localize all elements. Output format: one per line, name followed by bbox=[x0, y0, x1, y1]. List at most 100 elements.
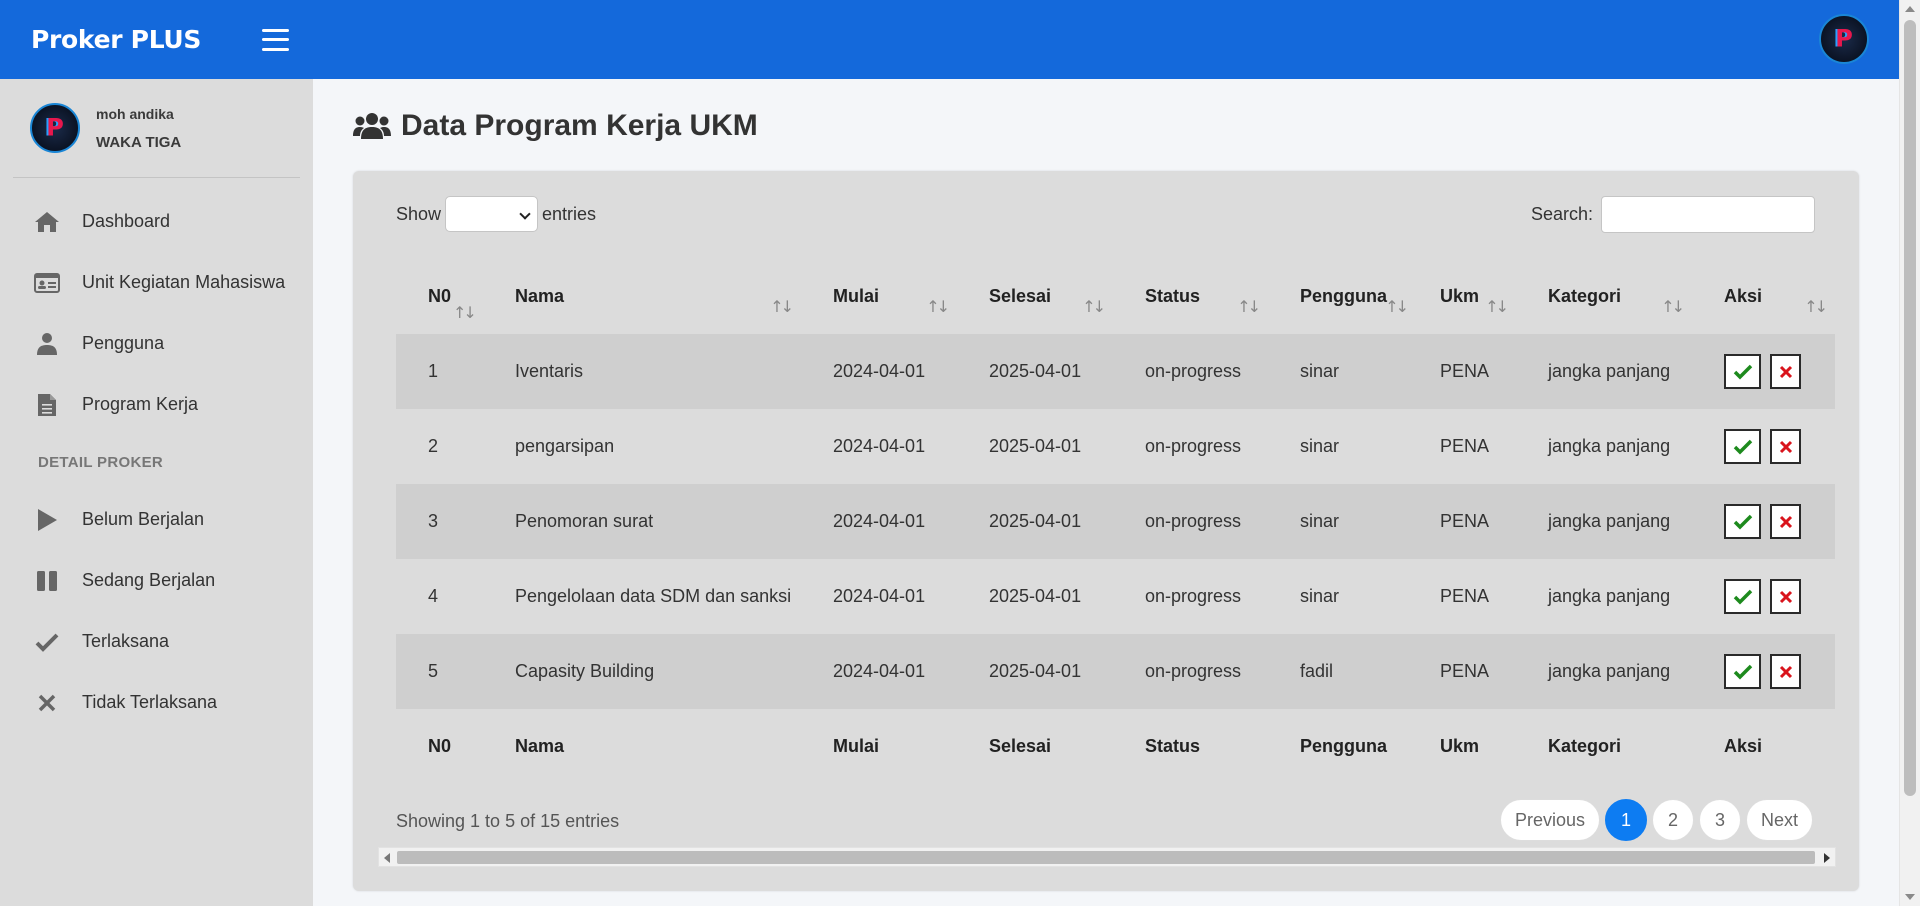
page-title: Data Program Kerja UKM bbox=[353, 109, 758, 143]
close-icon bbox=[1779, 365, 1792, 378]
column-header[interactable]: Ukm ↑↓ bbox=[1408, 259, 1516, 334]
approve-button[interactable] bbox=[1724, 354, 1761, 389]
horizontal-scrollbar[interactable] bbox=[378, 847, 1836, 867]
sidebar-item-dashboard[interactable]: Dashboard bbox=[0, 191, 313, 252]
play-icon bbox=[34, 507, 60, 533]
scrollbar-thumb[interactable] bbox=[397, 851, 1815, 864]
reject-button[interactable] bbox=[1770, 354, 1801, 389]
hamburger-icon[interactable] bbox=[262, 28, 289, 51]
sort-icon: ↑↓ bbox=[1804, 297, 1828, 316]
sidebar-item-label: Unit Kegiatan Mahasiswa bbox=[82, 272, 286, 292]
cell-kategori: jangka panjang bbox=[1548, 511, 1671, 531]
sidebar-item-label: Belum Berjalan bbox=[82, 509, 205, 529]
cell-selesai: 2025-04-01 bbox=[989, 511, 1082, 531]
cell-no: 2 bbox=[428, 436, 439, 456]
check-icon bbox=[1733, 364, 1752, 379]
column-header[interactable]: Kategori ↑↓ bbox=[1516, 259, 1692, 334]
column-header[interactable]: Selesai ↑↓ bbox=[957, 259, 1113, 334]
cell-kategori: jangka panjang bbox=[1548, 661, 1671, 681]
cell-mulai: 2024-04-01 bbox=[833, 436, 926, 456]
footer-column: Ukm bbox=[1440, 736, 1480, 756]
sidebar-item-sedang-berjalan[interactable]: Sedang Berjalan bbox=[0, 550, 313, 611]
scroll-right-icon[interactable] bbox=[1824, 853, 1830, 863]
column-header[interactable]: N0 ↑↓ bbox=[396, 259, 483, 334]
cell-nama: Penomoran surat bbox=[515, 511, 654, 531]
user-icon bbox=[34, 331, 60, 357]
check-icon bbox=[1733, 439, 1752, 454]
home-icon bbox=[34, 209, 60, 235]
cell-nama: pengarsipan bbox=[515, 436, 615, 456]
sidebar-item-tidak-terlaksana[interactable]: Tidak Terlaksana bbox=[0, 672, 313, 733]
next-button[interactable]: Next bbox=[1745, 799, 1813, 841]
app-title[interactable]: Proker PLUS bbox=[31, 25, 201, 54]
vertical-scrollbar[interactable] bbox=[1899, 0, 1920, 906]
topbar: P bbox=[313, 0, 1899, 79]
cell-nama: Iventaris bbox=[515, 361, 584, 381]
cell-pengguna: sinar bbox=[1300, 586, 1340, 606]
approve-button[interactable] bbox=[1724, 504, 1761, 539]
cell-nama: Capasity Building bbox=[515, 661, 655, 681]
sort-icon: ↑↓ bbox=[1661, 297, 1685, 316]
approve-button[interactable] bbox=[1724, 654, 1761, 689]
users-icon bbox=[353, 113, 391, 139]
footer-column: Mulai bbox=[833, 736, 880, 756]
sort-icon: ↑↓ bbox=[770, 297, 794, 316]
sort-icon: ↑↓ bbox=[1237, 297, 1261, 316]
cell-no: 1 bbox=[428, 361, 439, 381]
entries-select[interactable] bbox=[445, 196, 539, 232]
cell-selesai: 2025-04-01 bbox=[989, 436, 1082, 456]
search-label: Search: bbox=[1530, 203, 1593, 224]
column-header[interactable]: Aksi ↑↓ bbox=[1692, 259, 1835, 334]
page-button-1[interactable]: 1 bbox=[1604, 799, 1647, 841]
scrollbar-thumb[interactable] bbox=[1904, 20, 1916, 796]
cell-mulai: 2024-04-01 bbox=[833, 511, 926, 531]
sidebar-item-program-kerja[interactable]: Program Kerja bbox=[0, 374, 313, 435]
id-card-icon bbox=[34, 270, 60, 296]
reject-button[interactable] bbox=[1770, 579, 1801, 614]
sidebar-item-label: Terlaksana bbox=[82, 631, 170, 651]
cell-no: 4 bbox=[428, 586, 439, 606]
cell-selesai: 2025-04-01 bbox=[989, 661, 1082, 681]
sidebar: Proker PLUS P moh andika WAKA TIGA Dashb… bbox=[0, 0, 313, 906]
scroll-left-icon[interactable] bbox=[384, 853, 390, 863]
cell-kategori: jangka panjang bbox=[1548, 586, 1671, 606]
sidebar-item-terlaksana[interactable]: Terlaksana bbox=[0, 611, 313, 672]
table-footer-row: N0 Nama Mulai Selesai Status Pengguna Uk… bbox=[396, 709, 1835, 784]
times-icon bbox=[34, 690, 60, 716]
column-header[interactable]: Pengguna ↑↓ bbox=[1268, 259, 1409, 334]
search-input[interactable] bbox=[1601, 195, 1815, 233]
column-header[interactable]: Status ↑↓ bbox=[1113, 259, 1268, 334]
sidebar-item-belum-berjalan[interactable]: Belum Berjalan bbox=[0, 489, 313, 550]
reject-button[interactable] bbox=[1770, 654, 1801, 689]
user-avatar-button[interactable]: P bbox=[1819, 14, 1869, 64]
sort-icon: ↑↓ bbox=[1485, 297, 1509, 316]
sidebar-item-label: Pengguna bbox=[82, 333, 165, 353]
approve-button[interactable] bbox=[1724, 429, 1761, 464]
sidebar-item-label: Tidak Terlaksana bbox=[82, 692, 218, 712]
cell-pengguna: sinar bbox=[1300, 511, 1340, 531]
cell-selesai: 2025-04-01 bbox=[989, 361, 1082, 381]
cell-status: on-progress bbox=[1145, 511, 1242, 531]
previous-button[interactable]: Previous bbox=[1499, 799, 1600, 841]
sort-icon: ↑↓ bbox=[453, 303, 477, 322]
page-button-2[interactable]: 2 bbox=[1651, 799, 1694, 841]
page-button-3[interactable]: 3 bbox=[1698, 799, 1741, 841]
column-header[interactable]: Mulai ↑↓ bbox=[801, 259, 957, 334]
check-icon bbox=[1733, 514, 1752, 529]
column-header[interactable]: Nama ↑↓ bbox=[483, 259, 801, 334]
sidebar-item-ukm[interactable]: Unit Kegiatan Mahasiswa bbox=[0, 252, 313, 313]
scroll-up-icon[interactable] bbox=[1905, 6, 1915, 12]
logo-p-icon: P bbox=[46, 113, 64, 142]
approve-button[interactable] bbox=[1724, 579, 1761, 614]
cell-status: on-progress bbox=[1145, 586, 1242, 606]
reject-button[interactable] bbox=[1770, 504, 1801, 539]
cell-ukm: PENA bbox=[1440, 361, 1490, 381]
user-panel: P moh andika WAKA TIGA bbox=[13, 79, 300, 178]
sidebar-item-pengguna[interactable]: Pengguna bbox=[0, 313, 313, 374]
reject-button[interactable] bbox=[1770, 429, 1801, 464]
footer-column: N0 bbox=[428, 736, 452, 756]
scroll-down-icon[interactable] bbox=[1905, 894, 1915, 900]
cell-status: on-progress bbox=[1145, 661, 1242, 681]
table-row: 1 Iventaris 2024-04-01 2025-04-01 on-pro… bbox=[396, 334, 1835, 409]
cell-status: on-progress bbox=[1145, 436, 1242, 456]
